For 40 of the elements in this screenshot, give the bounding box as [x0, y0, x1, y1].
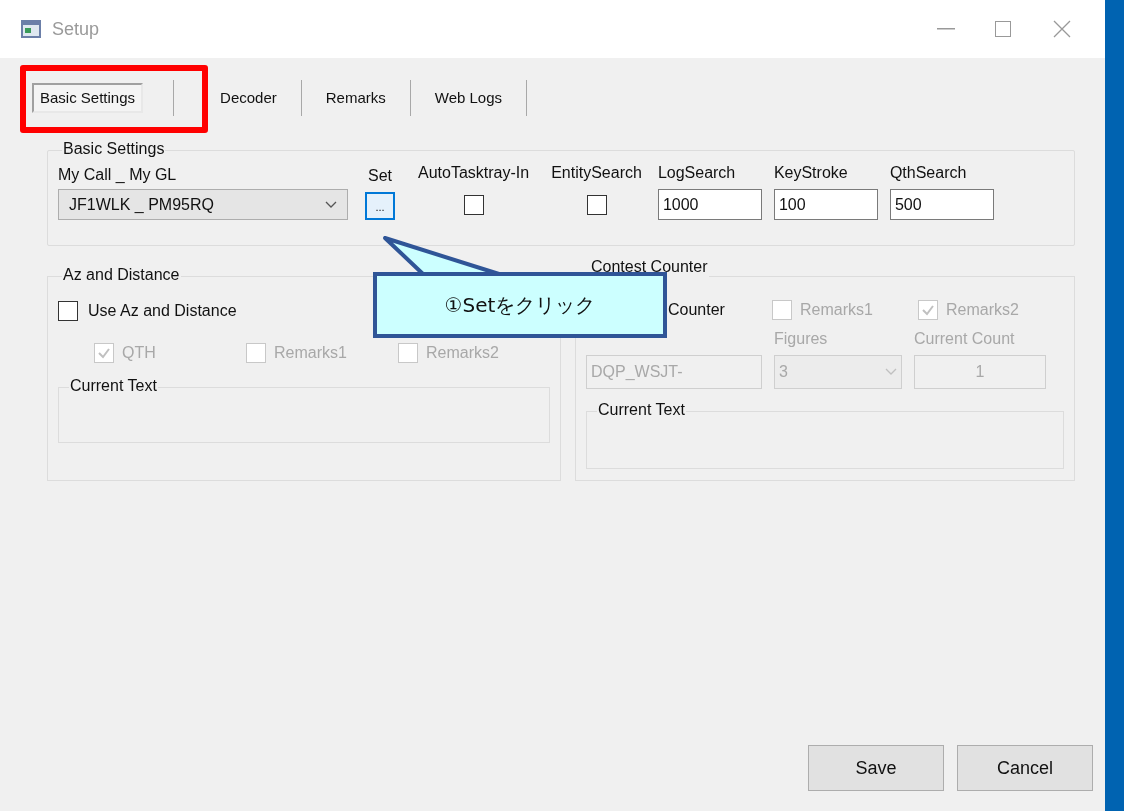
- tab[interactable]: Decoder: [214, 84, 283, 112]
- tab[interactable]: Web Logs: [428, 84, 509, 112]
- group-legend: Basic Settings: [62, 139, 166, 159]
- tab[interactable]: Remarks: [319, 84, 392, 112]
- checkbox[interactable]: [586, 194, 607, 215]
- input-field[interactable]: 500: [889, 189, 994, 220]
- tab[interactable]: Basic Settings: [32, 82, 144, 114]
- call-dropdown[interactable]: JF1WLK _ PM95RQ: [58, 189, 348, 220]
- check-icon: [97, 346, 111, 360]
- field-label: LogSearch: [657, 163, 736, 183]
- field-label: EntitySearch: [551, 163, 642, 183]
- app-icon: [20, 19, 42, 39]
- checkbox-label: Remarks1: [800, 300, 873, 320]
- checkbox[interactable]: [463, 194, 484, 215]
- checkbox-label: Remarks1: [274, 343, 347, 363]
- check-icon: [921, 303, 935, 317]
- minimize-icon[interactable]: [937, 28, 955, 30]
- input-field[interactable]: 100: [773, 189, 878, 220]
- dialog-button[interactable]: Cancel: [957, 745, 1093, 791]
- field-label: My Call _ My GL: [58, 165, 178, 185]
- chevron-down-icon: [325, 200, 337, 209]
- maximize-icon[interactable]: [995, 21, 1011, 37]
- window-title: Setup: [52, 17, 100, 41]
- dialog-button[interactable]: Save: [808, 745, 944, 791]
- field-label: Current Count: [914, 329, 1016, 349]
- field-label: Figures: [774, 329, 829, 349]
- input-field[interactable]: 1000: [657, 189, 762, 220]
- field-label: KeyStroke: [773, 163, 848, 183]
- close-icon[interactable]: [1053, 20, 1071, 38]
- checkbox-label: Remarks2: [946, 300, 1019, 320]
- field-label: Set: [368, 166, 392, 186]
- checkbox-label: Remarks2: [426, 343, 499, 363]
- checkbox[interactable]: [58, 301, 78, 321]
- checkbox-label: QTH: [122, 343, 156, 363]
- field-label: AutoTasktray-In: [418, 163, 530, 183]
- checkbox-label: Counter: [668, 300, 726, 320]
- chevron-down-icon: [885, 368, 897, 376]
- field-label: QthSearch: [889, 163, 967, 183]
- set-button[interactable]: ...: [365, 192, 395, 220]
- checkbox-label: Use Az and Distance: [88, 301, 237, 321]
